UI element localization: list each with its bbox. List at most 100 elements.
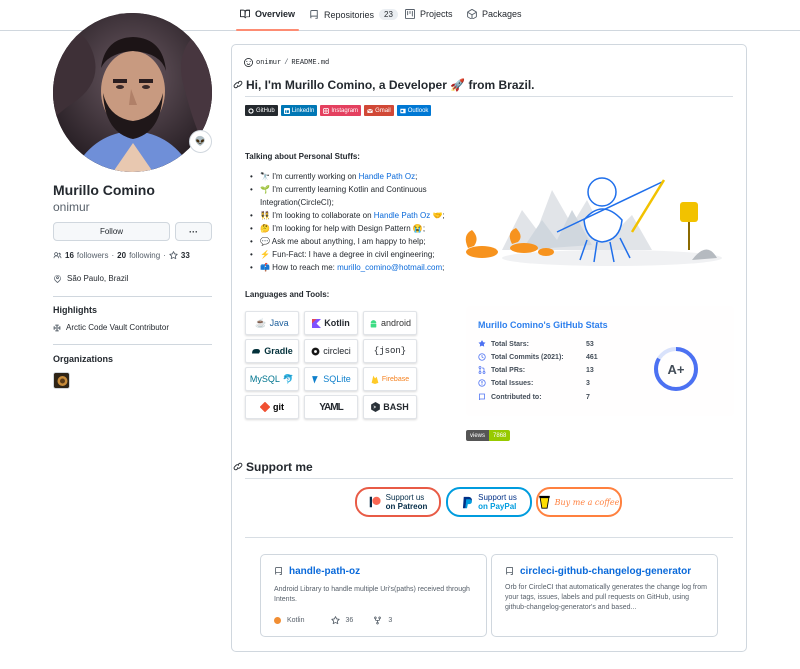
readme-file-name: README.md xyxy=(291,58,330,67)
list-item: 🌱 I'm currently learning Kotlin and Cont… xyxy=(250,183,455,209)
grade-text: A+ xyxy=(668,362,685,377)
stat-row: Contributed to: 7 xyxy=(478,393,618,401)
patreon-icon xyxy=(369,496,381,508)
list-item: 👯 I'm looking to collaborate on Handle P… xyxy=(250,209,455,222)
outlook-badge[interactable]: Outlook xyxy=(396,105,432,116)
tools-grid: ☕ Java Kotlin android Gradle circleci {js… xyxy=(245,311,417,419)
item-text: 👯 I'm looking to collaborate on xyxy=(260,211,374,220)
gmail-icon xyxy=(367,108,373,113)
stars-count[interactable]: 33 xyxy=(181,251,190,260)
follow-button[interactable]: Follow xyxy=(53,222,170,241)
tool-sqlite: SQLite xyxy=(304,367,358,391)
readme-title: Hi, I'm Murillo Comino, a Developer 🚀 fr… xyxy=(233,78,535,92)
item-text: ⚡ Fun-Fact: I have a degree in civil eng… xyxy=(260,250,435,259)
linkedin-icon xyxy=(283,107,290,114)
star-icon xyxy=(169,251,178,260)
stat-row: Total Stars: 53 xyxy=(478,340,618,348)
handle-path-oz-link[interactable]: Handle Path Oz xyxy=(359,172,415,181)
octocat-illustration xyxy=(465,177,722,266)
list-item: 🔭 I'm currently working on Handle Path O… xyxy=(250,170,455,183)
handle-path-oz-link[interactable]: Handle Path Oz xyxy=(374,211,430,220)
patreon-button[interactable]: Support us on Patreon xyxy=(355,487,441,517)
divider xyxy=(53,296,212,297)
org-logo-icon xyxy=(54,373,69,388)
item-text: ; xyxy=(415,172,418,181)
list-item: 💬 Ask me about anything, I am happy to h… xyxy=(250,235,455,248)
pinned-repo-link[interactable]: circleci-github-changelog-generator xyxy=(520,566,691,577)
stat-label: Total PRs: xyxy=(491,366,526,374)
follow-stats: 16 followers · 20 following · 33 xyxy=(53,251,190,260)
instagram-badge[interactable]: Instagram xyxy=(320,105,362,116)
tool-label: android xyxy=(380,318,412,328)
tool-label: {json} xyxy=(373,346,407,356)
social-badges: GitHub LinkedIn Instagram Gmail Outlook xyxy=(245,105,432,116)
stat-row: Total Issues: 3 xyxy=(478,379,618,387)
support-heading: Support me xyxy=(233,460,313,474)
java-icon: ☕ xyxy=(255,317,267,328)
star-icon xyxy=(478,340,486,347)
circleci-icon xyxy=(311,347,320,355)
linkedin-badge[interactable]: LinkedIn xyxy=(280,105,318,116)
link-icon[interactable] xyxy=(233,462,243,472)
followers-label[interactable]: followers xyxy=(77,251,109,260)
stat-label: Total Commits (2021): xyxy=(491,353,564,361)
snowflake-icon xyxy=(53,323,61,332)
followers-count[interactable]: 16 xyxy=(65,251,74,260)
profile-name: Murillo Comino xyxy=(53,182,155,198)
smiley-icon xyxy=(244,58,253,67)
tool-label: MySQL xyxy=(249,374,280,384)
repo-icon xyxy=(506,567,513,575)
github-badge[interactable]: GitHub xyxy=(245,105,278,116)
following-count[interactable]: 20 xyxy=(117,251,126,260)
instagram-icon xyxy=(323,107,330,114)
fork-icon[interactable] xyxy=(373,616,382,625)
pinned-repo-meta: Kotlin 36 3 xyxy=(274,616,392,625)
views-label: views xyxy=(466,430,490,441)
highlights-heading: Highlights xyxy=(53,305,97,315)
link-icon[interactable] xyxy=(233,80,243,90)
list-item: ⚡ Fun-Fact: I have a degree in civil eng… xyxy=(250,248,455,261)
alien-status-icon[interactable]: 👽 xyxy=(189,130,212,153)
avatar[interactable] xyxy=(53,13,212,172)
repo-icon xyxy=(310,9,318,19)
tab-packages[interactable]: Packages xyxy=(467,9,522,19)
gradle-icon xyxy=(252,348,261,354)
tab-repositories[interactable]: Repositories 23 xyxy=(309,9,398,20)
readme-user-link[interactable]: onimur xyxy=(256,59,281,67)
repo-icon xyxy=(275,567,282,575)
patreon-label: Support us on Patreon xyxy=(386,493,428,511)
stat-value: 3 xyxy=(586,379,590,387)
tab-projects[interactable]: Projects xyxy=(405,9,453,19)
item-text: 🌱 I'm currently learning Kotlin and Cont… xyxy=(260,185,427,207)
forks-count[interactable]: 3 xyxy=(388,617,392,624)
support-line1: Support us xyxy=(385,493,425,502)
language-color-dot xyxy=(274,617,281,624)
gmail-badge[interactable]: Gmail xyxy=(364,105,394,116)
more-options-button[interactable]: ··· xyxy=(175,222,212,241)
tool-kotlin: Kotlin xyxy=(304,311,358,335)
tool-label: Gradle xyxy=(264,346,293,356)
stars-count[interactable]: 36 xyxy=(346,617,354,624)
stat-label: Total Issues: xyxy=(491,379,534,387)
divider xyxy=(53,344,212,345)
following-label[interactable]: following xyxy=(129,251,160,260)
star-icon[interactable] xyxy=(330,616,340,625)
pinned-repo-link[interactable]: handle-path-oz xyxy=(289,566,360,577)
paypal-icon xyxy=(463,496,473,508)
tab-overview[interactable]: Overview xyxy=(235,9,300,31)
tab-label: Packages xyxy=(482,9,522,19)
tool-android: android xyxy=(363,311,417,335)
git-icon xyxy=(260,402,270,412)
avatar-portrait xyxy=(53,13,212,172)
organizations-heading: Organizations xyxy=(53,354,114,364)
sqlite-icon xyxy=(312,375,318,383)
paypal-button[interactable]: Support us on PayPal xyxy=(446,487,532,517)
email-link[interactable]: murillo_comino@hotmail.com xyxy=(337,263,442,272)
achievement-item[interactable]: Arctic Code Vault Contributor xyxy=(53,323,169,332)
tab-label: Projects xyxy=(420,9,453,19)
pinned-repo-card: circleci-github-changelog-generator Orb … xyxy=(491,554,718,637)
pinned-repo-title: circleci-github-changelog-generator xyxy=(505,566,691,577)
buy-me-coffee-button[interactable]: Buy me a coffee xyxy=(536,487,622,517)
organization-avatar[interactable] xyxy=(53,372,70,389)
stat-value: 7 xyxy=(586,393,590,401)
